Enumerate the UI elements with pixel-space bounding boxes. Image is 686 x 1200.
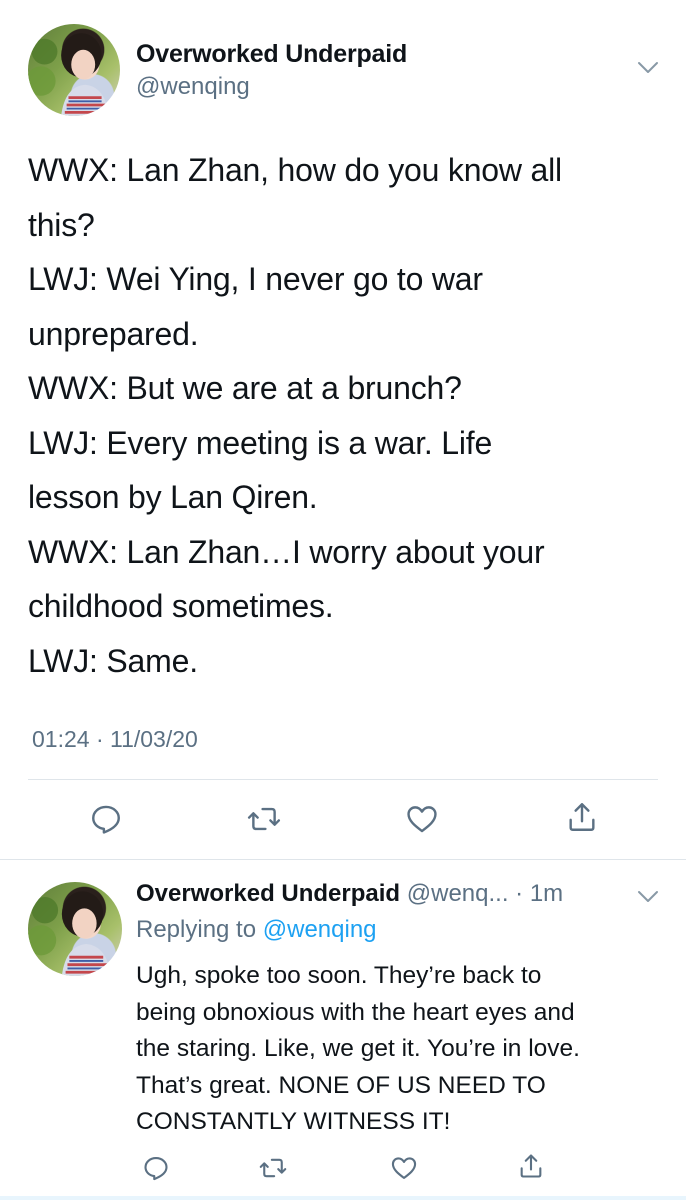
reply-text-line: That’s great. NONE OF US NEED TO — [136, 1071, 546, 1099]
replying-to: Replying to @wenqing — [136, 916, 377, 944]
share-icon — [520, 1154, 542, 1178]
chevron-down-icon[interactable] — [637, 61, 659, 75]
tweet-thread-page: Overworked Underpaid @wenqing WWX: Lan Z… — [0, 0, 686, 1200]
tweet-text-line: LWJ: Every meeting is a war. Life — [28, 424, 493, 461]
tweet-text-line: WWX: But we are at a brunch? — [28, 370, 462, 406]
tweet-text-line: lesson by Lan Qiren. — [28, 479, 318, 515]
author-handle-time: @wenq... · 1m — [400, 880, 564, 907]
reply-text-line: CONSTANTLY WITNESS IT! — [136, 1108, 451, 1135]
share-button[interactable] — [511, 1146, 551, 1186]
reply-text-line: the staring. Like, we get it. You’re in … — [136, 1035, 580, 1062]
chevron-down-icon[interactable] — [637, 890, 659, 904]
tweet-text: WWX: Lan Zhan, how do you know all this?… — [28, 143, 658, 688]
main-tweet: Overworked Underpaid @wenqing WWX: Lan Z… — [0, 0, 686, 860]
author-handle[interactable]: @wenqing — [136, 73, 250, 101]
reply-icon — [144, 1157, 168, 1181]
retweet-icon — [247, 807, 281, 831]
share-button[interactable] — [562, 797, 602, 837]
replying-to-handle-link[interactable]: @wenqing — [263, 916, 377, 943]
tweet-text-line: LWJ: Wei Ying, I never go to war — [28, 261, 483, 297]
divider — [0, 1196, 686, 1200]
reply-header: Overworked Underpaid @wenq... · 1m — [136, 880, 563, 908]
reply-text-line: being obnoxious with the heart eyes and — [136, 998, 575, 1026]
divider — [0, 859, 686, 860]
tweet-text-line: WWX: Lan Zhan…I worry about your — [28, 533, 545, 570]
tweet-timestamp[interactable]: 01:24 · 11/03/20 — [32, 726, 198, 753]
tweet-text-line: this? — [28, 206, 95, 243]
reply-text: Ugh, spoke too soon. They’re back to bei… — [136, 958, 666, 1141]
avatar-photo — [28, 33, 109, 116]
avatar[interactable] — [28, 882, 122, 976]
retweet-icon — [259, 1158, 287, 1178]
share-icon — [569, 803, 595, 831]
tweet-text-line: childhood sometimes. — [28, 588, 334, 624]
reply-button[interactable] — [136, 1148, 176, 1188]
tweet-text-line: unprepared. — [28, 315, 199, 352]
reply-icon — [92, 805, 120, 834]
avatar[interactable] — [28, 24, 120, 116]
heart-icon — [391, 1157, 417, 1179]
tweet-text-line: LWJ: Same. — [28, 642, 198, 679]
retweet-button[interactable] — [253, 1148, 293, 1188]
divider — [28, 779, 658, 780]
avatar-photo — [28, 891, 111, 976]
replying-to-label: Replying to — [136, 916, 263, 943]
author-name[interactable]: Overworked Underpaid — [136, 880, 400, 907]
reply-text-line: Ugh, spoke too soon. They’re back to — [136, 962, 542, 989]
tweet-text-line: WWX: Lan Zhan, how do you know all — [28, 152, 562, 188]
heart-icon — [407, 806, 437, 833]
like-button[interactable] — [402, 799, 442, 839]
retweet-button[interactable] — [244, 799, 284, 839]
author-name[interactable]: Overworked Underpaid — [136, 40, 407, 69]
reply-button[interactable] — [86, 799, 126, 839]
like-button[interactable] — [384, 1148, 424, 1188]
